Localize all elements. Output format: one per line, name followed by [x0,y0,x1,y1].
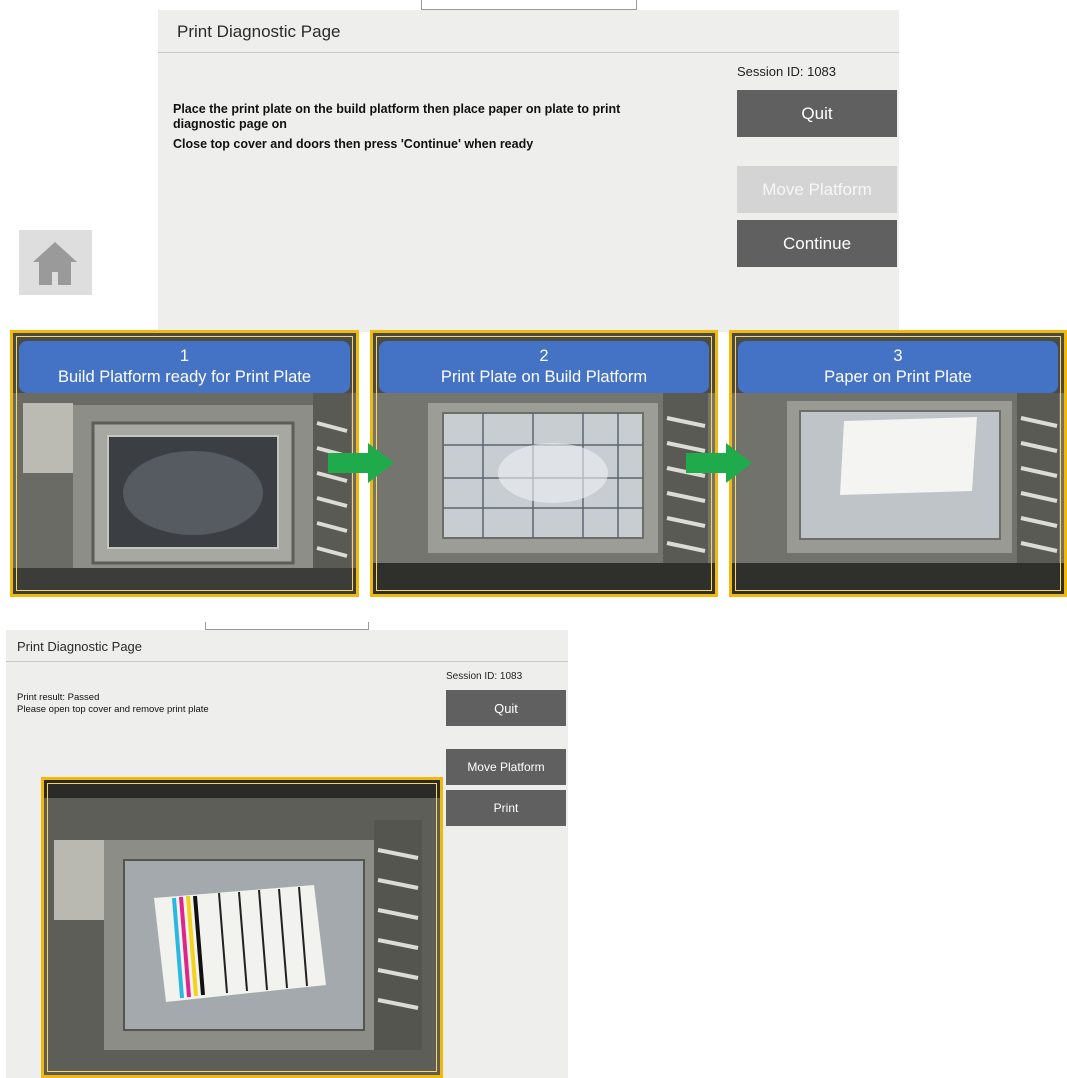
session-id: Session ID: 1083 [737,64,837,79]
step-2-number: 2 [539,347,549,365]
printed-page-photo [41,777,443,1078]
print-result-text: Print result: Passed [17,692,100,703]
step-1-number: 1 [179,347,190,365]
instruction-text: Place the print plate on the build platf… [173,102,621,131]
session-id: Session ID: 1083 [446,671,523,682]
continue-button[interactable]: Continue [737,220,897,267]
title-divider [158,52,899,53]
instruction-text: Please open top cover and remove print p… [17,704,209,715]
step-2-label: Print Plate on Build Platform [440,368,648,386]
page-title: Print Diagnostic Page [177,22,341,41]
step-2-photo: 2 Print Plate on Build Platform [370,330,718,597]
bottom-screen-tab [205,622,369,630]
home-icon [33,242,77,285]
step-2-caption: 2 Print Plate on Build Platform [379,341,709,393]
move-platform-button[interactable]: Move Platform [737,166,897,213]
instruction-text-2: Close top cover and doors then press 'Co… [173,137,534,151]
step-3-number: 3 [893,347,903,365]
quit-button[interactable]: Quit [737,90,897,137]
top-screen-tab [421,0,637,10]
print-button[interactable]: Print [446,790,566,826]
step-1-label: Build Platform ready for Print Plate [57,368,312,386]
right-arrow-icon [686,443,752,483]
quit-button[interactable]: Quit [446,690,566,726]
title-divider [6,661,568,662]
step-3-label: Paper on Print Plate [824,368,972,386]
step-3-photo: 3 Paper on Print Plate [729,330,1067,597]
step-1-photo: 1 Build Platform ready for Print Plate [10,330,359,597]
page-title: Print Diagnostic Page [17,639,143,654]
home-button[interactable] [19,230,92,295]
right-arrow-icon [328,443,394,483]
step-1-caption: 1 Build Platform ready for Print Plate [19,341,350,393]
step-3-caption: 3 Paper on Print Plate [738,341,1058,393]
move-platform-button[interactable]: Move Platform [446,749,566,785]
